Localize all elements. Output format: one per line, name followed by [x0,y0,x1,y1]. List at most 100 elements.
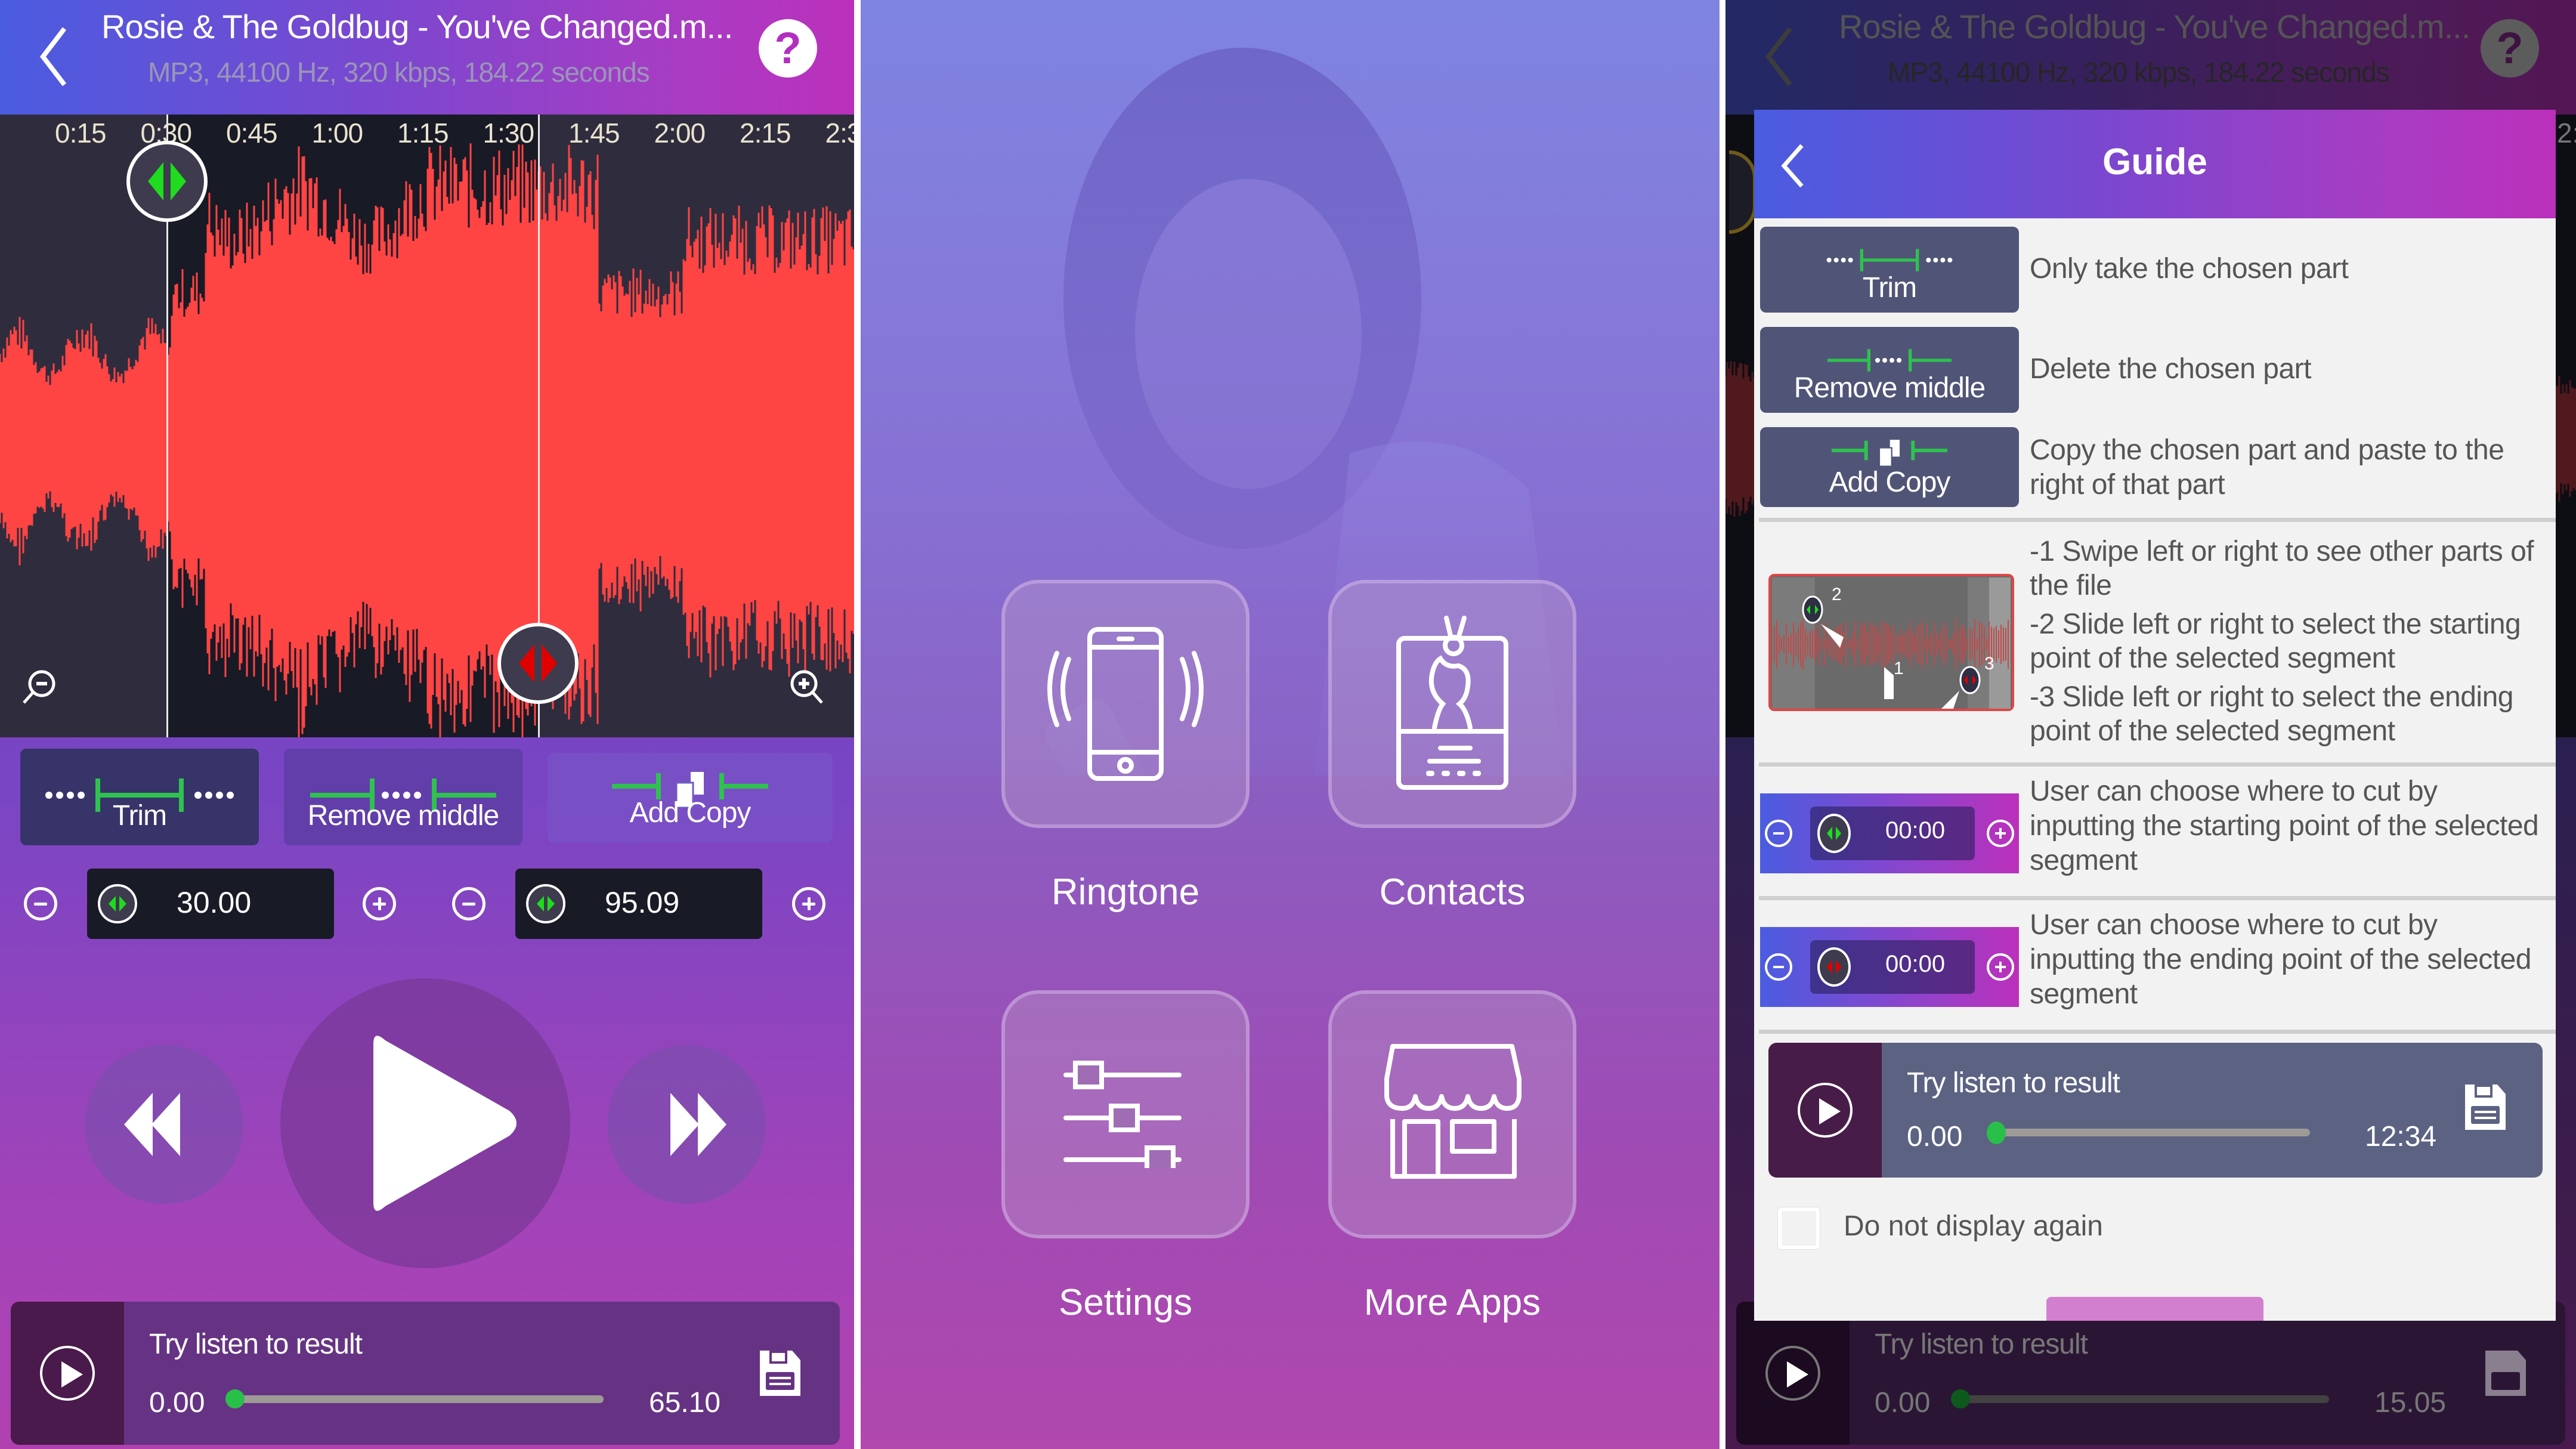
remove-middle-icon [1827,349,1952,372]
dont-show-again-checkbox[interactable] [1778,1207,1820,1249]
save-icon [2485,1351,2526,1396]
fast-forward-icon [670,1093,726,1156]
sliders-icon [1063,1061,1182,1168]
background-title: Rosie & The Goldbug - You've Changed.m..… [1839,8,2470,45]
guide-player-current: 0.00 [1907,1121,1963,1153]
question-icon[interactable]: ? [759,19,817,78]
background-subtitle: MP3, 44100 Hz, 320 kbps, 184.22 seconds [1888,57,2390,88]
timeline-tick: 1:45 [568,118,620,149]
end-handle[interactable] [497,623,579,704]
timeline-tick: 0:45 [226,118,278,149]
play-circle-icon [1798,1083,1853,1138]
settings-label: Settings [1058,1282,1193,1323]
start-example-text: User can choose where to cut by inputtin… [2030,776,2539,876]
gesture-label-3: 3 [1984,654,1994,673]
waveform-view[interactable]: 0:150:300:451:001:151:301:452:002:152:30 [0,115,854,737]
store-icon [1384,1044,1522,1179]
background-player-total: 15.05 [2374,1387,2447,1419]
background-tick: 2: [2557,118,2576,149]
trim-button[interactable]: Trim [20,749,259,845]
player-play-button[interactable] [11,1302,124,1445]
editor-header: Rosie & The Goldbug - You've Changed.m..… [0,0,854,115]
background-player-label: Try listen to result [1875,1328,2088,1360]
play-icon [373,1036,517,1211]
guide-remove-middle-label: Remove middle [1793,372,1986,404]
player-progress-track[interactable] [241,1395,604,1403]
zoom-in-icon[interactable] [786,666,828,707]
contact-card-icon [1396,616,1508,790]
zoom-out-icon[interactable] [18,666,60,707]
end-input-example: 00:00 [1760,927,2019,1007]
end-time-value: 95.09 [605,886,680,919]
start-time-input[interactable]: 30.00 [87,869,334,939]
end-time-input[interactable]: 95.09 [515,869,762,939]
start-handle-arrows-icon [148,162,186,200]
player-current-time: 0.00 [149,1387,205,1419]
ringtone-tile[interactable] [1001,580,1250,828]
rewind-button[interactable] [85,1045,243,1204]
guide-player-label: Try listen to result [1907,1067,2120,1099]
editor-screen: Rosie & The Goldbug - You've Changed.m..… [0,0,854,1449]
end-plus-button[interactable] [792,887,825,920]
guide-add-copy-label: Add Copy [1829,466,1951,498]
fast-forward-button[interactable] [607,1045,766,1204]
guide-dialog: Guide Trim Only take the chosen part Rem… [1754,110,2556,1321]
contacts-tile[interactable] [1328,580,1576,828]
guide-remove-middle-sample: Remove middle [1760,327,2019,413]
guide-trim-sample: Trim [1760,227,2019,313]
play-circle-icon [40,1346,95,1401]
guide-trim-label: Trim [1862,272,1917,304]
rewind-icon [124,1093,180,1156]
divider [1759,762,2556,767]
timeline-tick: 0:15 [55,118,107,149]
guide-confirm-button[interactable] [2046,1297,2263,1321]
more-apps-tile[interactable] [1328,990,1576,1238]
chevron-left-icon [1765,27,1792,86]
guide-remove-middle-text: Delete the chosen part [2030,353,2311,385]
play-button[interactable] [280,978,570,1268]
start-example-value: 00:00 [1885,817,1946,844]
player-play-button [1768,1043,1882,1178]
settings-tile[interactable] [1001,990,1250,1238]
more-apps-label: More Apps [1363,1282,1541,1323]
background-progress-thumb [1951,1389,1970,1408]
timeline-tick: 1:00 [311,118,364,149]
background-header: Rosie & The Goldbug - You've Changed.m..… [1725,0,2576,115]
gesture-step-1: -1 Swipe left or right to see other part… [2030,536,2534,601]
remove-middle-button[interactable]: Remove middle [284,749,522,845]
dont-show-again-label: Do not display again [1844,1210,2103,1242]
background-progress-track [1966,1395,2329,1403]
end-handle-mini [526,884,565,923]
start-time-value: 30.00 [177,886,252,919]
gesture-label-1: 1 [1894,659,1904,678]
start-handle-mini [98,884,137,923]
save-icon[interactable] [757,1348,803,1398]
divider [1759,518,2556,522]
add-copy-label: Add Copy [629,797,752,829]
guide-title: Guide [2102,141,2207,183]
result-player: Try listen to result 0.00 65.10 [11,1302,840,1445]
add-copy-button[interactable]: Add Copy [548,753,833,842]
contacts-label: Contacts [1379,872,1526,913]
timeline-tick: 1:30 [483,118,535,149]
end-handle-arrows-icon [519,644,557,682]
waveform [0,143,854,737]
play-circle-icon [1765,1346,1820,1401]
end-minus-button[interactable] [452,887,485,920]
start-input-example: 00:00 [1760,793,2019,873]
guide-add-copy-sample: Add Copy [1760,427,2019,507]
guide-trim-text: Only take the chosen part [2030,253,2349,285]
start-minus-button[interactable] [24,887,57,920]
player-progress-thumb[interactable] [225,1389,245,1408]
start-handle[interactable] [126,141,208,222]
start-plus-button[interactable] [363,887,396,920]
question-icon: ? [2481,19,2539,78]
end-example-text: User can choose where to cut by inputtin… [2030,909,2531,1010]
end-handle-mini [1817,947,1851,987]
guide-player-track [2002,1129,2310,1136]
trim-label: Trim [112,800,167,832]
end-example-value: 00:00 [1885,951,1946,977]
save-icon [2465,1085,2506,1130]
chevron-left-icon[interactable] [36,24,72,89]
background-player-current: 0.00 [1875,1387,1931,1419]
